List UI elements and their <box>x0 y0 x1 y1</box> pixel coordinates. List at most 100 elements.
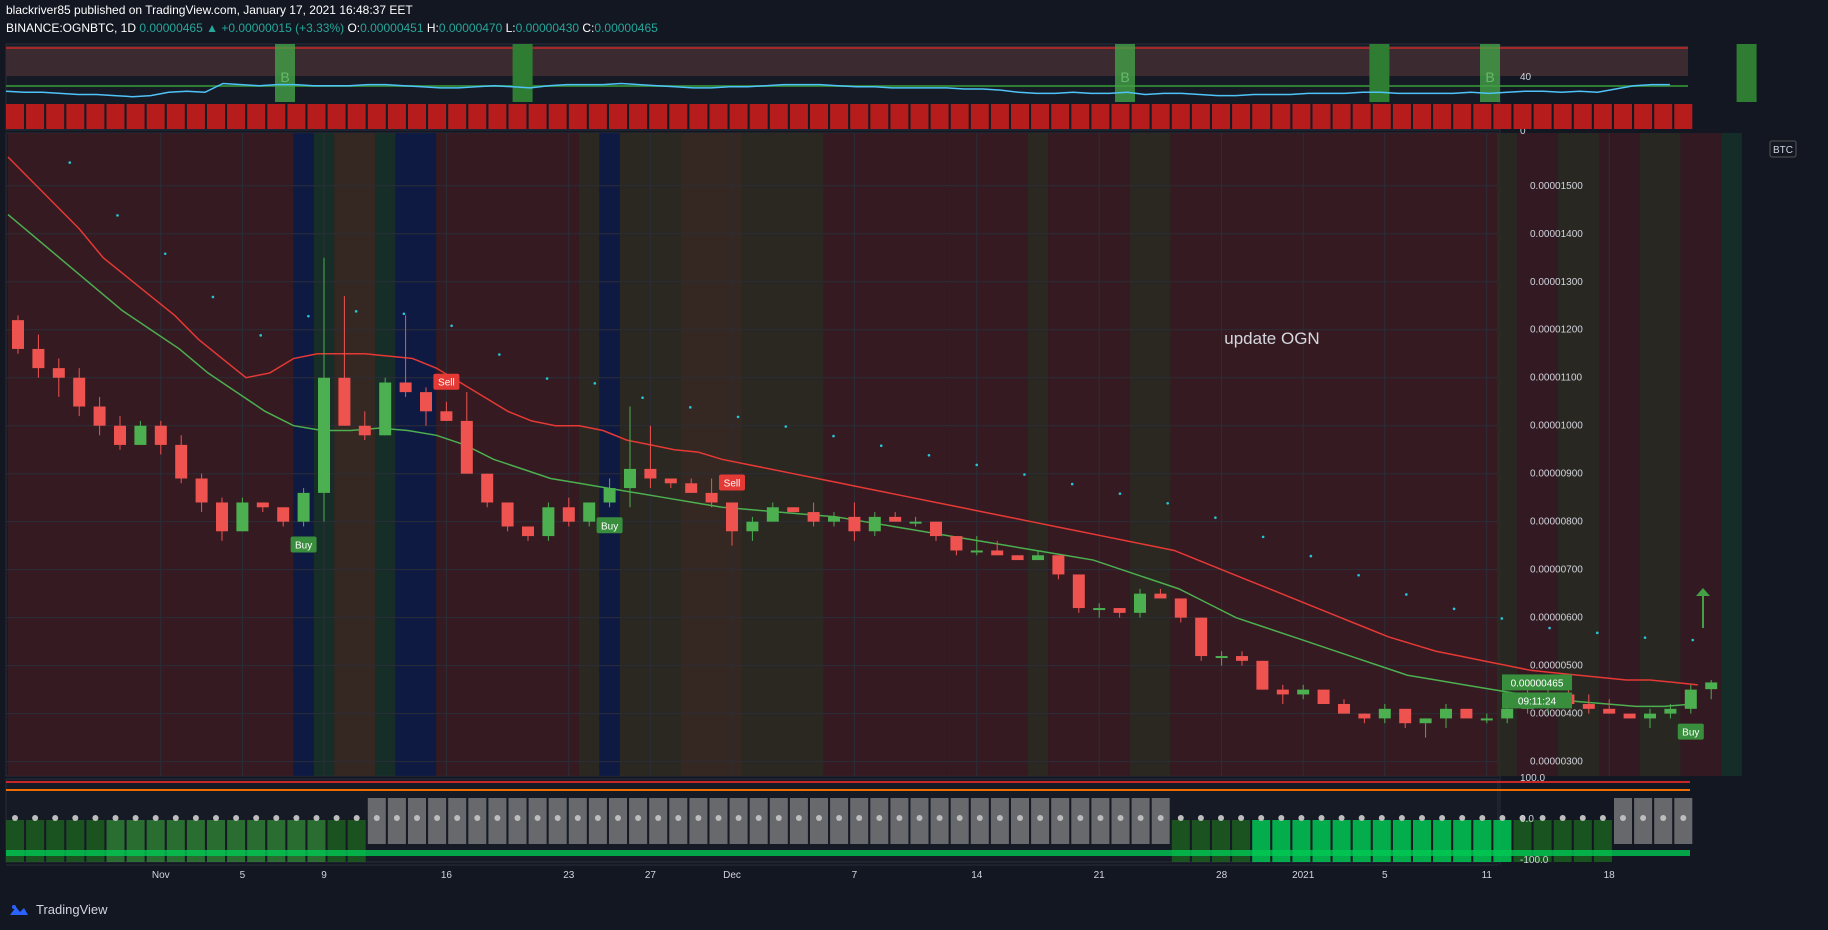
strip-cell <box>1232 104 1251 129</box>
dot-marker <box>1357 573 1360 577</box>
bot-dot <box>1620 815 1626 821</box>
strip-cell <box>1634 104 1653 129</box>
strip-cell <box>166 104 185 129</box>
currency-badge: BTC <box>1773 145 1793 156</box>
candle-body <box>1603 708 1616 714</box>
candle-body <box>807 512 820 522</box>
strip-cell <box>428 104 447 129</box>
candle-body <box>460 420 473 474</box>
strip-cell <box>287 104 306 129</box>
bot-dot <box>1117 815 1124 821</box>
candle-body <box>1317 689 1330 705</box>
bot-dot <box>1479 815 1486 821</box>
candle-body <box>1378 708 1391 719</box>
candle-body <box>1093 608 1106 611</box>
regime-band <box>436 133 579 776</box>
time-tick-label: 18 <box>1604 870 1616 881</box>
strip-cell <box>769 104 788 129</box>
signal-text: Sell <box>438 378 455 389</box>
candle-body <box>175 444 188 479</box>
strip-cell <box>890 104 909 129</box>
bot-dot <box>1197 815 1204 821</box>
candle-body <box>1419 718 1432 724</box>
time-tick-label: 14 <box>971 870 983 881</box>
candle-body <box>12 320 24 349</box>
signal-text: Buy <box>1682 728 1699 739</box>
candle-body <box>1684 689 1697 709</box>
strip-cell <box>26 104 45 129</box>
strip-cell <box>1292 104 1311 129</box>
candle-body <box>1705 682 1718 690</box>
time-tick-label: 11 <box>1482 870 1493 881</box>
bot-dot <box>615 815 621 821</box>
regime-band <box>1170 133 1497 776</box>
candle-body <box>522 526 534 537</box>
strip-cell <box>488 104 507 129</box>
bot-dot <box>1499 815 1506 821</box>
strip-cell <box>1573 104 1592 129</box>
regime-band <box>742 133 824 776</box>
candle-body <box>256 502 269 508</box>
osc-signal-letter: B <box>1485 69 1494 85</box>
bot-dot <box>1258 815 1265 821</box>
dot-marker <box>354 310 358 313</box>
bot-dot <box>1017 815 1023 821</box>
strip-cell <box>1372 104 1391 129</box>
candle-body <box>705 492 718 503</box>
bot-dot <box>172 815 179 821</box>
candle-body <box>644 468 657 479</box>
candle-body <box>216 502 228 532</box>
price-tick-label: 0.00000800 <box>1530 517 1583 528</box>
bot-dot <box>1037 815 1044 821</box>
bot-dot <box>1660 815 1667 821</box>
strip-cell <box>1071 104 1090 129</box>
strip-cell <box>1272 104 1291 129</box>
strip-cell <box>990 104 1009 129</box>
bot-dot <box>1419 815 1425 821</box>
candle-body <box>1195 617 1208 657</box>
bot-dot <box>856 815 863 821</box>
dot-marker <box>784 425 788 428</box>
bot-dot <box>715 815 722 821</box>
candle-body <box>726 502 738 532</box>
tradingview-logo-icon <box>10 904 28 915</box>
dot-marker <box>1118 492 1122 495</box>
strip-cell <box>1111 104 1130 129</box>
strip-cell <box>6 104 24 129</box>
strip-cell <box>1392 104 1411 129</box>
candle-body <box>501 502 514 527</box>
candle-body <box>930 521 942 537</box>
bot-dot <box>293 815 300 821</box>
bot-dot <box>333 815 340 821</box>
chart-area[interactable]: 0.00001500 0.00001400 0.00001300 0.00001200… <box>0 0 1828 895</box>
dot-marker <box>1548 626 1551 630</box>
strip-cell <box>468 104 487 129</box>
strip-cell <box>629 104 648 129</box>
bot-dot <box>675 815 682 821</box>
signal-text: Buy <box>601 521 618 532</box>
regime-band <box>293 133 314 776</box>
strip-cell <box>86 104 105 129</box>
dot-marker <box>1166 501 1169 505</box>
candle-body <box>909 521 922 524</box>
bot-dot <box>554 815 561 821</box>
bot-dot <box>976 815 983 821</box>
strip-cell <box>1473 104 1492 129</box>
candle-body <box>746 521 759 532</box>
strip-cell <box>307 104 326 129</box>
bot-dot <box>876 815 883 821</box>
bot-dot <box>735 815 742 821</box>
strip-cell <box>1212 104 1230 129</box>
bot-dot <box>1298 815 1305 821</box>
bot-dot <box>474 815 481 821</box>
dot-marker <box>1405 593 1408 596</box>
dot-marker <box>927 453 931 457</box>
bot-dot <box>494 815 501 821</box>
strip-cell <box>669 104 688 129</box>
candle-body <box>297 492 310 522</box>
bot-dot <box>434 815 441 821</box>
buy-signal-label: Buy <box>596 517 623 534</box>
tradingview-brand[interactable]: TradingView <box>8 902 108 917</box>
time-tick-label: 9 <box>321 870 327 881</box>
time-tick-label: 16 <box>441 870 453 881</box>
